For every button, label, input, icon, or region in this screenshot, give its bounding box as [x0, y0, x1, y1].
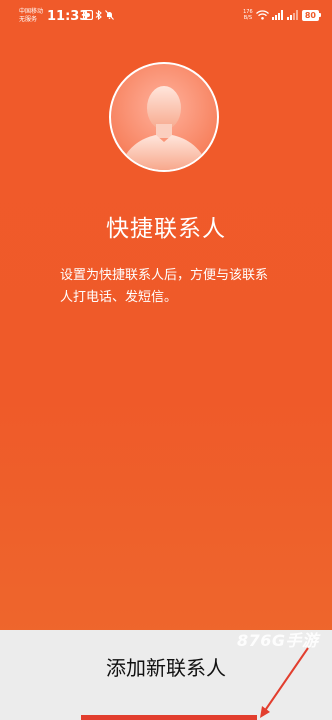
speed-unit: B/S — [243, 15, 252, 21]
contact-avatar — [109, 62, 219, 172]
annotation-arrow-icon — [260, 647, 309, 718]
system-icons: 176 B/S 80 — [243, 9, 321, 21]
carrier-info: 中国移动 无服务 — [19, 8, 43, 24]
signal-icon-2 — [286, 10, 298, 20]
service-status: 无服务 — [19, 16, 38, 23]
battery-tip — [319, 13, 321, 17]
image-notification-icon — [83, 10, 93, 20]
carrier-name: 中国移动 — [19, 8, 44, 15]
signal-icon — [271, 10, 283, 20]
page-title: 快捷联系人 — [106, 216, 226, 242]
wifi-icon — [255, 10, 269, 20]
button-highlight-box — [81, 715, 257, 720]
notification-icons — [83, 10, 114, 20]
network-speed: 176 B/S — [243, 9, 253, 21]
battery-level: 80 — [301, 9, 319, 21]
page-description: 设置为快捷联系人后，方便与该联系人打电话、发短信。 — [60, 268, 269, 305]
mute-icon — [105, 10, 114, 20]
bluetooth-icon — [95, 10, 102, 20]
battery-icon: 80 — [301, 9, 321, 21]
person-silhouette-icon — [119, 86, 209, 170]
status-bar: 中国移动 无服务 11:33 176 B/S 80 — [0, 0, 332, 30]
